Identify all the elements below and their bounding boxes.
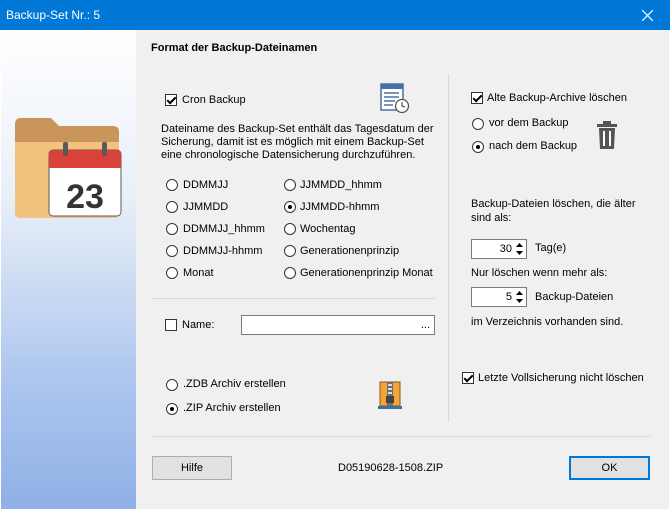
days-value: 30: [499, 243, 512, 255]
name-input[interactable]: ...: [241, 315, 435, 335]
calendar-day-number: 23: [66, 178, 104, 216]
browse-button[interactable]: ...: [421, 319, 430, 331]
format-label-jjmmdd-underscore-hhmm: JJMMDD_hhmm: [300, 179, 382, 191]
schedule-list-icon: [380, 83, 410, 114]
delete-after-radio[interactable]: [472, 141, 484, 153]
files-spinner[interactable]: 5: [471, 287, 527, 307]
format-radio-ddmmjj-dash-hhmm[interactable]: [166, 245, 178, 257]
format-radio-ddmmjj[interactable]: [166, 179, 178, 191]
zip-archive-radio[interactable]: [166, 403, 178, 415]
title-bar: Backup-Set Nr.: 5: [0, 0, 670, 30]
format-radio-ddmmjj-underscore-hhmm[interactable]: [166, 223, 178, 235]
spin-arrows-icon[interactable]: [514, 241, 525, 257]
spin-arrows-icon[interactable]: [514, 289, 525, 305]
left-panel: 23: [1, 30, 136, 509]
days-unit: Tag(e): [535, 242, 567, 254]
format-label-monat: Monat: [183, 267, 214, 279]
dialog-body: 23 Format der Backup-Dateinamen Cron Bac…: [1, 30, 669, 509]
files-unit: Backup-Dateien: [535, 291, 614, 303]
delete-before-radio[interactable]: [472, 118, 484, 130]
backup-set-dialog: Backup-Set Nr.: 5 23 Format der Backup-D…: [0, 0, 670, 510]
format-label-generationenprinzip: Generationenprinzip: [300, 245, 400, 257]
delete-after-label: nach dem Backup: [489, 140, 578, 152]
divider-format: [151, 298, 435, 299]
files-value: 5: [505, 291, 512, 303]
divider-vertical: [448, 74, 449, 422]
only-if-more-label: Nur löschen wenn mehr als:: [471, 267, 608, 279]
trash-icon: [597, 121, 617, 149]
keep-last-full-label: Letzte Vollsicherung nicht löschen: [478, 372, 644, 384]
format-label-jjmmdd: JJMMDD: [183, 201, 229, 213]
format-label-generationenprinzip-monat: Generationenprinzip Monat: [300, 267, 433, 279]
format-radio-jjmmdd-dash-hhmm[interactable]: [284, 201, 296, 213]
description-text: Dateiname des Backup-Set enthält das Tag…: [161, 123, 434, 161]
format-radio-wochentag[interactable]: [284, 223, 296, 235]
cron-backup-label: Cron Backup: [182, 94, 246, 106]
archive-icon: [378, 381, 402, 409]
name-checkbox[interactable]: [165, 319, 177, 331]
keep-last-full-checkbox[interactable]: [462, 372, 474, 384]
close-icon: [641, 9, 653, 21]
format-label-jjmmdd-dash-hhmm: JJMMDD-hhmm: [300, 201, 380, 213]
name-label: Name:: [182, 319, 215, 331]
close-button[interactable]: [624, 0, 670, 30]
section-title: Format der Backup-Dateinamen: [151, 42, 318, 54]
delete-old-checkbox[interactable]: [471, 92, 483, 104]
folder-calendar-icon: 23: [15, 118, 122, 218]
cron-backup-checkbox[interactable]: [165, 94, 177, 106]
format-radio-generationenprinzip[interactable]: [284, 245, 296, 257]
days-spinner[interactable]: 30: [471, 239, 527, 259]
delete-before-label: vor dem Backup: [489, 117, 569, 129]
older-than-label: Backup-Dateien löschen, die älter sind a…: [471, 198, 636, 224]
format-label-wochentag: Wochentag: [300, 223, 356, 235]
format-radio-jjmmdd[interactable]: [166, 201, 178, 213]
format-radio-jjmmdd-underscore-hhmm[interactable]: [284, 179, 296, 191]
delete-old-label: Alte Backup-Archive löschen: [487, 92, 628, 104]
format-radio-generationenprinzip-monat[interactable]: [284, 267, 296, 279]
format-label-ddmmjj-underscore-hhmm: DDMMJJ_hhmm: [183, 223, 265, 235]
ok-button[interactable]: OK: [569, 456, 650, 480]
help-button[interactable]: Hilfe: [152, 456, 232, 480]
filename-preview: D05190628-1508.ZIP: [338, 462, 444, 474]
format-label-ddmmjj-dash-hhmm: DDMMJJ-hhmm: [183, 245, 263, 257]
in-directory-label: im Verzeichnis vorhanden sind.: [471, 316, 624, 328]
zip-archive-label: .ZIP Archiv erstellen: [183, 402, 281, 414]
window-title: Backup-Set Nr.: 5: [6, 8, 101, 22]
format-label-ddmmjj: DDMMJJ: [183, 179, 229, 191]
zdb-archive-radio[interactable]: [166, 379, 178, 391]
zdb-archive-label: .ZDB Archiv erstellen: [183, 378, 286, 390]
format-radio-monat[interactable]: [166, 267, 178, 279]
divider-footer: [151, 436, 651, 437]
